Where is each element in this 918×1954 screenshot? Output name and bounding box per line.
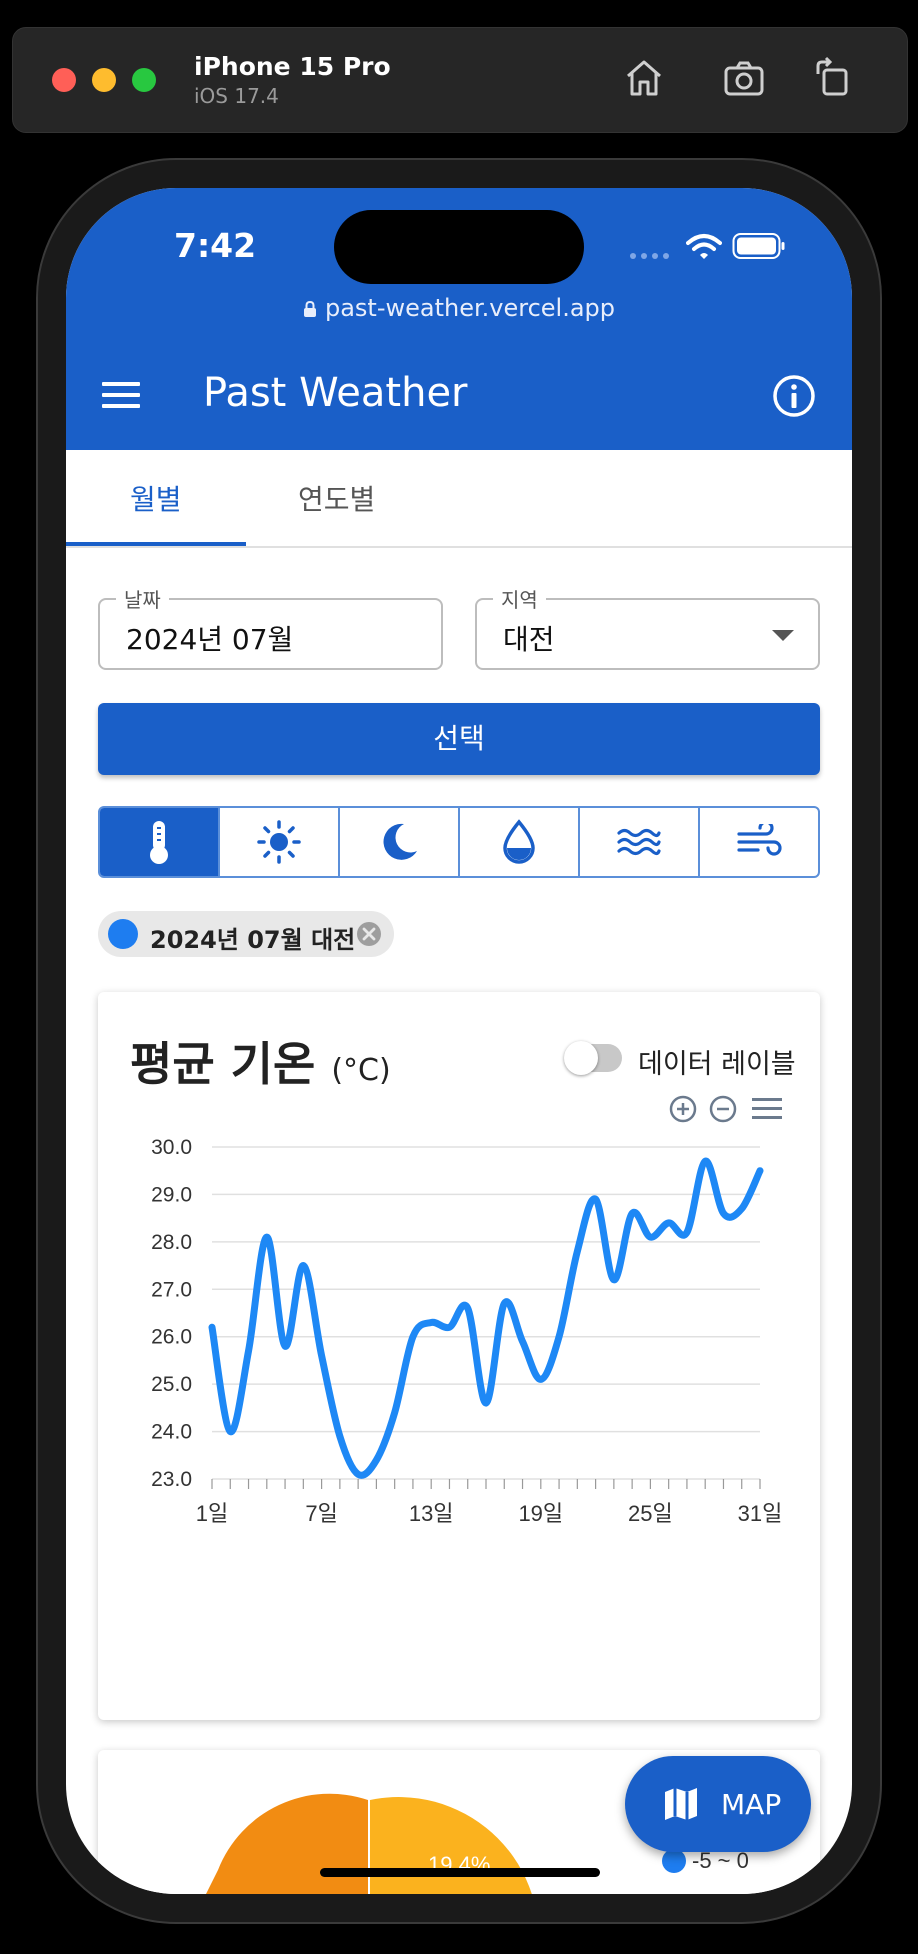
temperature-toggle[interactable]: [100, 808, 220, 876]
tab-indicator: [66, 542, 246, 546]
signal-dots-icon: [630, 253, 669, 259]
region-select[interactable]: 지역 대전: [475, 584, 820, 670]
region-select-label: 지역: [493, 584, 546, 613]
y-tick-label: 23.0: [151, 1468, 192, 1491]
chip-label: 2024년 07월 대전: [150, 926, 356, 954]
waves-toggle[interactable]: [580, 808, 700, 876]
screenshot-icon[interactable]: [720, 54, 768, 102]
dropdown-arrow-icon: [772, 630, 794, 641]
select-button[interactable]: 선택: [98, 703, 820, 775]
x-tick-label: 7일: [305, 1501, 337, 1526]
url-text: past-weather.vercel.app: [324, 294, 616, 322]
y-tick-label: 26.0: [151, 1326, 192, 1349]
x-tick-label: 25일: [628, 1501, 673, 1526]
moon-icon: [383, 823, 417, 860]
close-window-button[interactable]: [52, 68, 76, 92]
browser-url[interactable]: past-weather.vercel.app: [66, 294, 852, 322]
date-field[interactable]: 날짜 2024년 07월: [98, 584, 443, 670]
tab-bar: 월별 연도별: [66, 450, 852, 548]
thermometer-icon: [150, 821, 168, 864]
status-time: 7:42: [174, 226, 257, 265]
date-field-value: 2024년 07월: [126, 623, 294, 656]
legend-dot: [662, 1849, 686, 1873]
info-icon[interactable]: [772, 374, 816, 418]
y-tick-label: 28.0: [151, 1231, 192, 1254]
tab-yearly[interactable]: 연도별: [298, 478, 375, 518]
wind-toggle[interactable]: [700, 808, 818, 876]
wind-icon: [737, 824, 782, 856]
rotate-icon[interactable]: [808, 54, 856, 102]
night-toggle[interactable]: [340, 808, 460, 876]
water-drop-icon: [503, 819, 535, 864]
y-tick-label: 30.0: [151, 1136, 192, 1159]
menu-icon[interactable]: [102, 380, 140, 410]
map-button-label: MAP: [721, 1788, 782, 1821]
y-tick-label: 27.0: [151, 1278, 192, 1301]
device-name: iPhone 15 Pro: [194, 52, 391, 81]
date-field-label: 날짜: [116, 584, 169, 613]
home-icon[interactable]: [620, 54, 668, 102]
sun-icon: [257, 820, 301, 864]
y-tick-label: 29.0: [151, 1183, 192, 1206]
x-tick-label: 19일: [518, 1501, 563, 1526]
series-line: [208, 1157, 764, 1479]
chip-remove-icon[interactable]: [356, 921, 382, 947]
map-button[interactable]: MAP: [625, 1756, 811, 1852]
dynamic-island: [334, 210, 584, 284]
battery-icon: [732, 233, 785, 259]
tab-monthly[interactable]: 월별: [130, 478, 182, 518]
y-tick-label: 25.0: [151, 1373, 192, 1396]
home-indicator: [320, 1868, 600, 1877]
wifi-icon: [686, 234, 722, 259]
pie-slice-orange: [206, 1793, 368, 1894]
x-tick-label: 13일: [409, 1501, 454, 1526]
chart-card: 평균 기온 (°C) 데이터 레이블 30.0 29.0 28.0 27.0 26.0 2…: [98, 992, 820, 1720]
region-select-value: 대전: [503, 623, 555, 656]
phone-screen: 7:42 past-weather.vercel.app Past Weathe…: [66, 188, 852, 1894]
x-tick-label: 1일: [196, 1501, 228, 1526]
os-version: iOS 17.4: [194, 84, 279, 108]
selection-chip: 2024년 07월 대전: [98, 911, 394, 957]
pie-slice-yellow: [370, 1797, 532, 1894]
lock-icon: [303, 300, 316, 317]
waves-icon: [617, 828, 661, 856]
minimize-window-button[interactable]: [92, 68, 116, 92]
app-title: Past Weather: [203, 370, 468, 416]
y-tick-label: 24.0: [151, 1421, 192, 1444]
metric-toggle-group: [98, 806, 820, 878]
zoom-window-button[interactable]: [132, 68, 156, 92]
map-icon: [665, 1788, 697, 1820]
chip-color-dot: [108, 919, 138, 949]
sunshine-toggle[interactable]: [220, 808, 340, 876]
humidity-toggle[interactable]: [460, 808, 580, 876]
x-tick-label: 31일: [738, 1501, 783, 1526]
line-chart: 30.0 29.0 28.0 27.0 26.0 25.0 24.0 23.01일 7일 13일 1…: [151, 1136, 783, 1526]
